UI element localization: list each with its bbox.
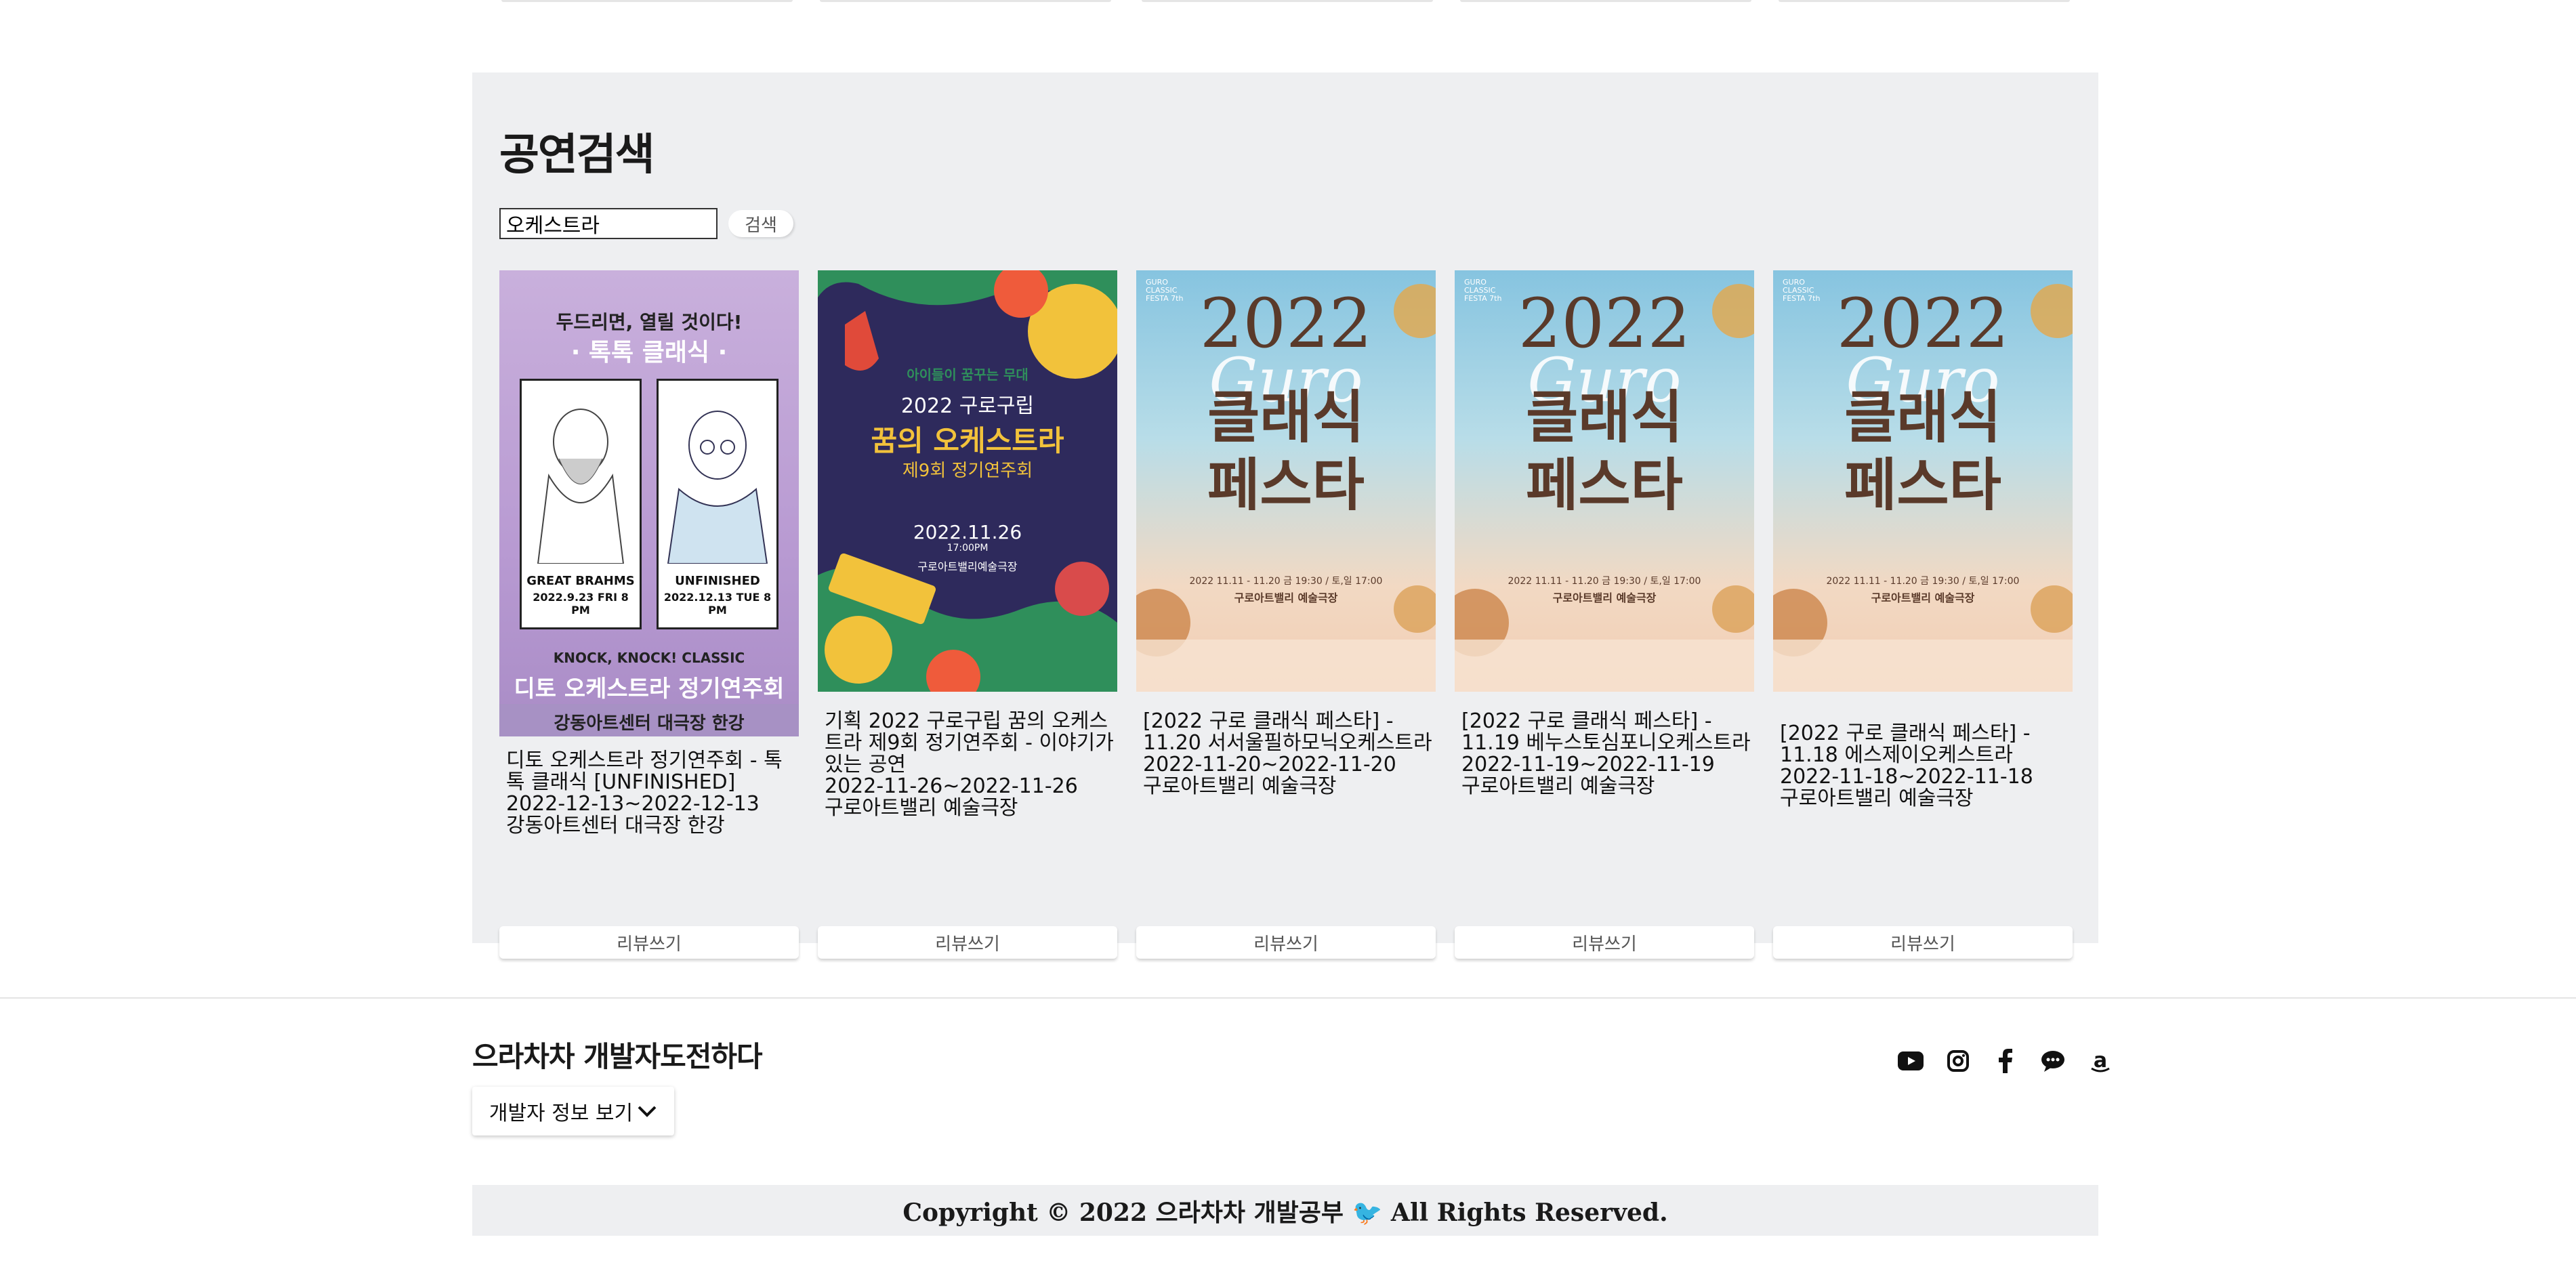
performance-title: [2022 구로 클래식 페스타] - 11.19 베누스토심포니오케스트라: [1461, 709, 1751, 755]
previous-section-edges: [0, 0, 2576, 3]
performance-title: 기획 2022 구로구립 꿈의 오케스트라 제9회 정기연주회 - 이야기가 있…: [825, 709, 1114, 776]
performance-venue: 구로아트밸리 예술극장: [1461, 774, 1655, 798]
poster-image[interactable]: 아이들이 꿈꾸는 무대 2022 구로구립 꿈의 오케스트라 제9회 정기연주회…: [818, 270, 1117, 692]
poster-text: 2022 11.11 - 11.20 금 19:30 / 토,일 17:00: [1189, 576, 1383, 587]
developer-info-button[interactable]: 개발자 정보 보기: [472, 1087, 674, 1135]
performance-title: [2022 구로 클래식 페스타] - 11.20 서서울필하모닉오케스트라: [1143, 709, 1432, 755]
poster-text: 17:00PM: [947, 543, 989, 554]
developer-info-label: 개발자 정보 보기: [489, 1102, 633, 1125]
poster-text: UNFINISHED: [675, 574, 760, 588]
poster-image[interactable]: 두드리면, 열릴 것이다! · 톡톡 클래식 · GREAT BRAHMS 20…: [499, 270, 799, 736]
poster-text: 2022 11.11 - 11.20 금 19:30 / 토,일 17:00: [1826, 576, 2020, 587]
section-title: 공연검색: [499, 129, 655, 180]
card-info: 디토 오케스트라 정기연주회 - 톡톡 클래식 [UNFINISHED] 202…: [506, 750, 797, 837]
poster-text: 제9회 정기연주회: [902, 461, 1033, 481]
poster-text: 2022 구로구립: [900, 394, 1035, 418]
facebook-icon[interactable]: [1989, 1045, 2022, 1077]
performance-dates: 2022-11-18~2022-11-18: [1780, 765, 2033, 789]
poster-text: 페스타: [1844, 452, 2001, 518]
performance-title: 디토 오케스트라 정기연주회 - 톡톡 클래식 [UNFINISHED]: [506, 749, 783, 794]
poster-image[interactable]: GURO CLASSIC FESTA 7th 2022 Guro 클래식 페스타…: [1136, 270, 1436, 692]
poster-text: 2022.12.13 TUE 8 PM: [663, 591, 772, 617]
footer-brand: 으라차차 개발자도전하다: [472, 1040, 763, 1073]
performance-dates: 2022-12-13~2022-12-13: [506, 792, 760, 816]
performance-card: 두드리면, 열릴 것이다! · 톡톡 클래식 · GREAT BRAHMS 20…: [499, 270, 799, 959]
copyright-bar: Copyright © 2022 으라차차 개발공부 🐦 All Rights …: [472, 1185, 2098, 1236]
poster-text: 꿈의 오케스트라: [871, 424, 1064, 457]
card-info: 기획 2022 구로구립 꿈의 오케스트라 제9회 정기연주회 - 이야기가 있…: [825, 711, 1116, 819]
review-button[interactable]: 리뷰쓰기: [1773, 926, 2073, 959]
performance-venue: 강동아트센터 대극장 한강: [506, 814, 725, 837]
chat-icon[interactable]: [2037, 1045, 2069, 1077]
performance-card: GURO CLASSIC FESTA 7th 2022 Guro 클래식 페스타…: [1773, 270, 2073, 959]
performance-title: [2022 구로 클래식 페스타] - 11.18 에스제이오케스트라: [1780, 722, 2031, 767]
poster-text: 2022 11.11 - 11.20 금 19:30 / 토,일 17:00: [1508, 576, 1701, 587]
performance-search-section: 공연검색 검색 두드리면, 열릴 것이다! · 톡톡 클래식 · GREAT B…: [472, 72, 2098, 959]
poster-text: 페스타: [1207, 452, 1365, 518]
review-button[interactable]: 리뷰쓰기: [818, 926, 1117, 959]
performance-venue: 구로아트밸리 예술극장: [1780, 787, 1974, 810]
card-info: [2022 구로 클래식 페스타] - 11.18 에스제이오케스트라 2022…: [1780, 723, 2071, 810]
poster-text: 구로아트밸리 예술극장: [1871, 591, 1975, 604]
performance-venue: 구로아트밸리 예술극장: [1143, 774, 1337, 798]
performance-venue: 구로아트밸리 예술극장: [825, 796, 1018, 820]
performance-dates: 2022-11-19~2022-11-19: [1461, 753, 1715, 776]
poster-text: KNOCK, KNOCK! CLASSIC: [553, 650, 745, 666]
youtube-icon[interactable]: [1894, 1045, 1927, 1077]
social-links: a: [1894, 1045, 2117, 1077]
svg-text:a: a: [2094, 1049, 2107, 1072]
poster-text: 구로아트밸리예술극장: [917, 560, 1018, 573]
poster-text: GREAT BRAHMS: [526, 574, 635, 588]
poster-image[interactable]: GURO CLASSIC FESTA 7th 2022 Guro 클래식 페스타…: [1455, 270, 1754, 692]
poster-text: 구로아트밸리 예술극장: [1552, 591, 1657, 604]
poster-text: 구로아트밸리 예술극장: [1234, 591, 1338, 604]
poster-text: 강동아트센터 대극장 한강: [554, 713, 745, 734]
poster-text: 아이들이 꿈꾸는 무대: [907, 367, 1029, 383]
review-button[interactable]: 리뷰쓰기: [1136, 926, 1436, 959]
chevron-down-icon: [638, 1106, 657, 1117]
search-input[interactable]: [499, 208, 718, 239]
review-button[interactable]: 리뷰쓰기: [1455, 926, 1754, 959]
amazon-icon[interactable]: a: [2084, 1045, 2117, 1077]
card-info: [2022 구로 클래식 페스타] - 11.19 베누스토심포니오케스트라 2…: [1461, 711, 1753, 797]
poster-text: 두드리면, 열릴 것이다!: [556, 311, 743, 333]
performance-card: GURO CLASSIC FESTA 7th 2022 Guro 클래식 페스타…: [1455, 270, 1754, 959]
search-button[interactable]: 검색: [728, 210, 793, 237]
performance-card: GURO CLASSIC FESTA 7th 2022 Guro 클래식 페스타…: [1136, 270, 1436, 959]
poster-text: · 톡톡 클래식 ·: [570, 339, 728, 367]
poster-image[interactable]: GURO CLASSIC FESTA 7th 2022 Guro 클래식 페스타…: [1773, 270, 2073, 692]
performance-dates: 2022-11-20~2022-11-20: [1143, 753, 1396, 776]
poster-text: 페스타: [1526, 452, 1683, 518]
portrait-frame: GREAT BRAHMS 2022.9.23 FRI 8 PM: [520, 379, 642, 629]
instagram-icon[interactable]: [1942, 1045, 1974, 1077]
performance-card: 아이들이 꿈꾸는 무대 2022 구로구립 꿈의 오케스트라 제9회 정기연주회…: [818, 270, 1117, 959]
review-button[interactable]: 리뷰쓰기: [499, 926, 799, 959]
portrait-frame: UNFINISHED 2022.12.13 TUE 8 PM: [657, 379, 778, 629]
footer-divider: [0, 997, 2576, 999]
poster-text: 디토 오케스트라 정기연주회: [514, 675, 785, 703]
performance-dates: 2022-11-26~2022-11-26: [825, 774, 1078, 798]
poster-text: 2022.11.26: [913, 521, 1022, 543]
copyright-text: Copyright © 2022 으라차차 개발공부 🐦 All Rights …: [902, 1198, 1668, 1227]
poster-text: 2022.9.23 FRI 8 PM: [533, 591, 629, 617]
card-info: [2022 구로 클래식 페스타] - 11.20 서서울필하모닉오케스트라 2…: [1143, 711, 1434, 797]
